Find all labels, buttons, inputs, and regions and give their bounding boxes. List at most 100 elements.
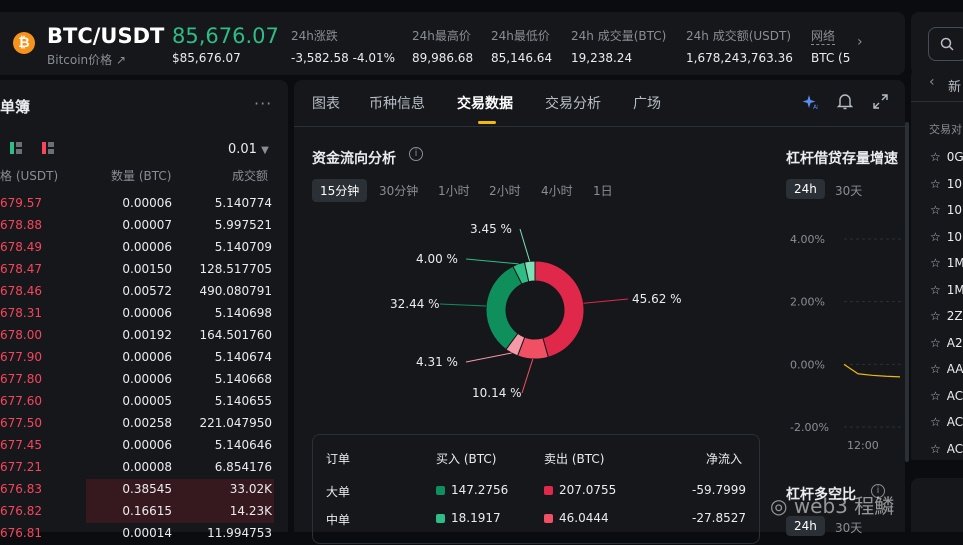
- tab-trading-data[interactable]: 交易数据: [457, 93, 513, 113]
- orderbook-row[interactable]: 677.90 0.00006 5.140674: [0, 347, 290, 369]
- orderbook-price: 677.21: [0, 460, 42, 474]
- ratio-period-24h[interactable]: 24h: [786, 516, 825, 536]
- market-list-item[interactable]: ☆ AC: [930, 415, 963, 429]
- market-symbol: AC: [946, 415, 963, 429]
- interval-4h[interactable]: 4小时: [533, 179, 581, 202]
- stat-label-low: 24h最低价: [491, 29, 550, 43]
- orderbook-amount: 0.00006: [122, 240, 172, 254]
- market-list-item[interactable]: ☆ AC: [930, 389, 963, 403]
- symbol-title[interactable]: BTC/USDT: [47, 24, 164, 48]
- orderbook-row[interactable]: 676.81 0.00014 11.994753: [0, 523, 290, 545]
- interval-2h[interactable]: 2小时: [481, 179, 529, 202]
- orderbook-row[interactable]: 677.45 0.00006 5.140646: [0, 435, 290, 457]
- margin-period-24h[interactable]: 24h: [786, 179, 825, 199]
- ai-sparkle-icon[interactable]: AI: [802, 94, 818, 110]
- market-list-item[interactable]: ☆ 0G: [930, 150, 963, 164]
- table-header-net: 净流入: [706, 452, 743, 466]
- orderbook-row[interactable]: 678.49 0.00006 5.140709: [0, 237, 290, 259]
- orderbook-total: 490.080791: [199, 284, 272, 298]
- tab-square[interactable]: 广场: [633, 93, 661, 113]
- market-list-item[interactable]: ☆ 2Z: [930, 309, 963, 323]
- last-price-usd: $85,676.07: [172, 51, 241, 65]
- donut-label: 3.45 %: [470, 222, 512, 236]
- more-icon[interactable]: ···: [254, 94, 272, 113]
- tab-coin-info[interactable]: 币种信息: [369, 93, 425, 113]
- orderbook-total: 11.994753: [207, 526, 272, 540]
- market-list-item[interactable]: ☆ AA: [930, 362, 963, 376]
- table-row-large-buy: 147.2756: [436, 483, 508, 497]
- table-row-large-name: 大单: [326, 485, 351, 499]
- orderbook-row[interactable]: 678.00 0.00192 164.501760: [0, 325, 290, 347]
- orderbook-row[interactable]: 679.57 0.00006 5.140774: [0, 193, 290, 215]
- stat-label-network[interactable]: 网络: [811, 27, 836, 45]
- market-list-item[interactable]: ☆ 10: [930, 177, 962, 191]
- info-icon[interactable]: i: [409, 147, 423, 161]
- star-icon[interactable]: ☆: [930, 203, 941, 217]
- orderbook-total: 5.140698: [214, 306, 272, 320]
- tab-chart[interactable]: 图表: [312, 93, 340, 113]
- bell-icon[interactable]: [837, 93, 853, 110]
- orderbook-row[interactable]: 678.46 0.00572 490.080791: [0, 281, 290, 303]
- tab-trading-analysis[interactable]: 交易分析: [545, 93, 601, 113]
- star-icon[interactable]: ☆: [930, 309, 941, 323]
- star-icon[interactable]: ☆: [930, 150, 941, 164]
- star-icon[interactable]: ☆: [930, 362, 941, 376]
- market-list-item[interactable]: ☆ AC: [930, 442, 963, 456]
- symbol-subtitle[interactable]: Bitcoin价格 ↗: [47, 51, 126, 68]
- table-header-buy: 买入 (BTC): [436, 452, 497, 466]
- orderbook-price: 677.45: [0, 438, 42, 452]
- interval-1h[interactable]: 1小时: [430, 179, 478, 202]
- margin-period-30d[interactable]: 30天: [827, 179, 870, 202]
- orderbook-row[interactable]: 676.83 0.38545 33.02K: [0, 479, 290, 501]
- orderbook-price: 677.60: [0, 394, 42, 408]
- orderbook-row[interactable]: 677.50 0.00258 221.047950: [0, 413, 290, 435]
- orderbook-price: 676.83: [0, 482, 42, 496]
- orderbook-total: 164.501760: [199, 328, 272, 342]
- donut-label: 4.00 %: [416, 252, 458, 266]
- orderbook-amount: 0.00006: [122, 372, 172, 386]
- chevron-left-icon[interactable]: ‹: [929, 74, 935, 90]
- star-icon[interactable]: ☆: [930, 389, 941, 403]
- star-icon[interactable]: ☆: [930, 230, 941, 244]
- orderbook-row[interactable]: 677.80 0.00006 5.140668: [0, 369, 290, 391]
- star-icon[interactable]: ☆: [930, 336, 941, 350]
- precision-select[interactable]: 0.01 ▼: [228, 142, 269, 157]
- market-list-item[interactable]: ☆ 1M: [930, 256, 963, 270]
- star-icon[interactable]: ☆: [930, 177, 941, 191]
- col-total-header: 成交额: [232, 169, 269, 183]
- orderbook-both-view-icon[interactable]: [10, 142, 22, 154]
- orderbook-row[interactable]: 677.60 0.00005 5.140655: [0, 391, 290, 413]
- market-list-item[interactable]: ☆ 10: [930, 230, 962, 244]
- orderbook-row[interactable]: 677.21 0.00008 6.854176: [0, 457, 290, 479]
- market-list-item[interactable]: ☆ 1M: [930, 283, 963, 297]
- table-row-medium-name: 中单: [326, 513, 351, 527]
- margin-line-chart: 4.00% 2.00% 0.00% -2.00% 12:00: [790, 233, 902, 452]
- scrollbar[interactable]: [905, 122, 909, 462]
- orderbook-price: 677.80: [0, 372, 42, 386]
- orderbook-row[interactable]: 678.31 0.00006 5.140698: [0, 303, 290, 325]
- orderbook-row[interactable]: 676.82 0.16615 14.23K: [0, 501, 290, 523]
- chevron-right-icon[interactable]: ›: [857, 34, 863, 50]
- market-list-item[interactable]: ☆ A2: [930, 336, 963, 350]
- star-icon[interactable]: ☆: [930, 442, 941, 456]
- interval-30m[interactable]: 30分钟: [371, 179, 426, 202]
- tab-divider: [294, 126, 905, 127]
- orderbook-total: 5.140709: [214, 240, 272, 254]
- search-input[interactable]: [928, 27, 963, 61]
- expand-icon[interactable]: [873, 94, 888, 109]
- star-icon[interactable]: ☆: [930, 256, 941, 270]
- orderbook-row[interactable]: 678.47 0.00150 128.517705: [0, 259, 290, 281]
- interval-15m[interactable]: 15分钟: [312, 179, 368, 202]
- wechat-logo-icon: ◎: [770, 494, 788, 518]
- star-icon[interactable]: ☆: [930, 415, 941, 429]
- star-icon[interactable]: ☆: [930, 283, 941, 297]
- markets-tab[interactable]: 新: [948, 76, 961, 95]
- interval-1d[interactable]: 1日: [585, 179, 621, 202]
- stat-value-network: BTC (5: [811, 51, 851, 65]
- orderbook-row[interactable]: 678.88 0.00007 5.997521: [0, 215, 290, 237]
- bitcoin-logo-icon: ₿: [13, 32, 35, 54]
- orderbook-sell-view-icon[interactable]: [42, 142, 54, 154]
- ratio-period-30d[interactable]: 30天: [827, 516, 870, 539]
- fund-flow-donut-chart: 45.62 % 10.14 % 4.31 % 32.44 % 4.00 % 3.45 %: [390, 222, 682, 400]
- market-list-item[interactable]: ☆ 10: [930, 203, 962, 217]
